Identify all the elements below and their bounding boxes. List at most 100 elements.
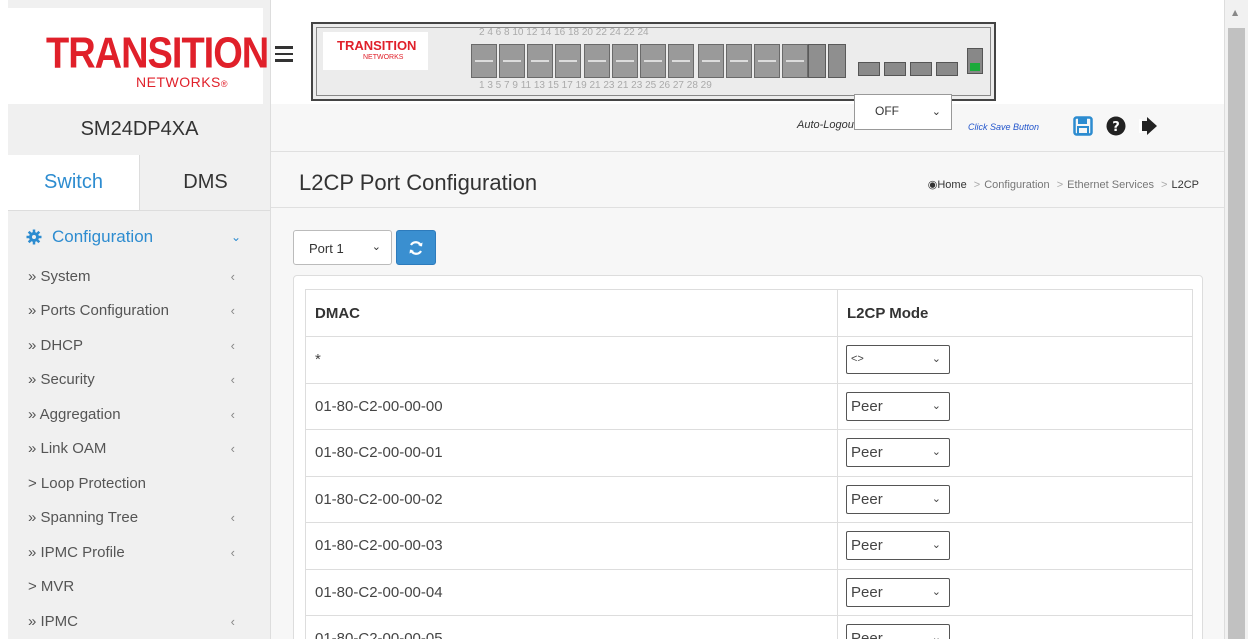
sidebar-item-mvr[interactable]: > MVR bbox=[8, 570, 271, 605]
column-header-dmac: DMAC bbox=[305, 289, 838, 337]
sidebar-item-aggregation[interactable]: » Aggregation ‹ bbox=[8, 397, 271, 432]
menu-section-label: Configuration bbox=[52, 227, 154, 246]
dashboard-icon: ◉ bbox=[927, 179, 938, 191]
breadcrumb-l2cp: L2CP bbox=[1171, 179, 1199, 191]
port-numbers-bottom: 1 3 5 7 9 11 13 15 17 19 21 23 21 23 25 … bbox=[479, 80, 712, 91]
mode-cell: Peer ⌄ bbox=[837, 429, 1193, 477]
mode-value: Peer bbox=[851, 397, 883, 415]
toolbar: Auto-Logout OFF ⌄ Click Save Button ? bbox=[271, 94, 1224, 152]
port[interactable] bbox=[698, 44, 724, 78]
port[interactable] bbox=[527, 44, 553, 78]
refresh-icon bbox=[409, 240, 423, 255]
l2cp-mode-select[interactable]: <> ⌄ bbox=[846, 345, 950, 375]
tab-dms[interactable]: DMS bbox=[140, 155, 271, 210]
menu-section-configuration[interactable]: Configuration ⌄ bbox=[8, 215, 271, 259]
auto-logout-select[interactable]: OFF ⌄ bbox=[854, 94, 952, 130]
tab-switch[interactable]: Switch bbox=[8, 155, 140, 210]
sidebar-item-ipmc[interactable]: » IPMC ‹ bbox=[8, 604, 271, 639]
menu-item-label: » IPMC bbox=[28, 612, 79, 630]
chevron-down-icon: ⌄ bbox=[931, 585, 941, 598]
port[interactable] bbox=[612, 44, 638, 78]
port-27[interactable] bbox=[910, 62, 932, 76]
port-select[interactable]: Port 1 ⌄ bbox=[293, 230, 392, 265]
breadcrumb-configuration[interactable]: Configuration bbox=[984, 179, 1049, 191]
panel-logo-text: TRANSITION bbox=[337, 38, 417, 53]
mode-value: Peer bbox=[851, 444, 883, 462]
port-group-9-16 bbox=[584, 44, 694, 78]
breadcrumb-separator: > bbox=[1056, 179, 1064, 191]
chevron-down-icon: ⌄ bbox=[931, 446, 941, 459]
scrollbar[interactable]: ▲ bbox=[1224, 0, 1248, 639]
chevron-left-icon: ‹ bbox=[230, 613, 235, 629]
menu-item-label: » Aggregation bbox=[28, 405, 121, 423]
chevron-left-icon: ‹ bbox=[230, 510, 235, 526]
sidebar-item-spanning-tree[interactable]: » Spanning Tree ‹ bbox=[8, 501, 271, 536]
l2cp-mode-select[interactable]: Peer ⌄ bbox=[846, 624, 950, 639]
logout-icon[interactable] bbox=[1137, 114, 1161, 138]
uplink-ports bbox=[858, 44, 958, 78]
port[interactable] bbox=[584, 44, 610, 78]
port-numbers-top: 2 4 6 8 10 12 14 16 18 20 22 24 22 24 bbox=[479, 27, 649, 38]
port-29-uplink[interactable] bbox=[967, 48, 983, 74]
chevron-left-icon: ‹ bbox=[230, 406, 235, 422]
port[interactable] bbox=[471, 44, 497, 78]
chevron-down-icon: ⌄ bbox=[931, 399, 941, 412]
port[interactable] bbox=[726, 44, 752, 78]
sidebar-item-security[interactable]: » Security ‹ bbox=[8, 363, 271, 398]
port-group-17-24 bbox=[698, 44, 808, 78]
dmac-cell: 01-80-C2-00-00-01 bbox=[305, 429, 838, 477]
sidebar-item-ipmc-profile[interactable]: » IPMC Profile ‹ bbox=[8, 535, 271, 570]
sfp-port[interactable] bbox=[808, 44, 826, 78]
main-content: L2CP Port Configuration ◉Home > Configura… bbox=[271, 152, 1224, 639]
panel-logo: TRANSITION NETWORKS bbox=[323, 32, 428, 70]
breadcrumb-ethernet-services[interactable]: Ethernet Services bbox=[1067, 179, 1154, 191]
sidebar: TRANSITION NETWORKS® SM24DP4XA Switch DM… bbox=[8, 0, 271, 639]
sidebar-item-dhcp[interactable]: » DHCP ‹ bbox=[8, 328, 271, 363]
breadcrumb-home[interactable]: Home bbox=[937, 179, 966, 191]
scroll-thumb[interactable] bbox=[1228, 28, 1245, 639]
hamburger-menu-icon[interactable] bbox=[275, 46, 293, 62]
dmac-cell: 01-80-C2-00-00-05 bbox=[305, 615, 838, 639]
mode-cell: Peer ⌄ bbox=[837, 615, 1193, 639]
sidebar-tabs: Switch DMS bbox=[8, 155, 271, 211]
brand-logo: TRANSITION NETWORKS® bbox=[8, 8, 269, 104]
port[interactable] bbox=[782, 44, 808, 78]
port-28[interactable] bbox=[936, 62, 958, 76]
table-row: 01-80-C2-00-00-01 Peer ⌄ bbox=[305, 429, 1193, 477]
save-icon[interactable] bbox=[1071, 114, 1095, 138]
port[interactable] bbox=[499, 44, 525, 78]
panel-logo-sub: NETWORKS bbox=[363, 54, 404, 61]
dmac-cell: 01-80-C2-00-00-04 bbox=[305, 568, 838, 616]
chevron-down-icon: ⌄ bbox=[230, 230, 241, 244]
port-29 bbox=[967, 44, 983, 78]
port[interactable] bbox=[668, 44, 694, 78]
refresh-button[interactable] bbox=[396, 230, 436, 265]
l2cp-mode-select[interactable]: Peer ⌄ bbox=[846, 484, 950, 514]
chevron-left-icon: ‹ bbox=[230, 337, 235, 353]
mode-value: Peer bbox=[851, 537, 883, 555]
menu-item-label: » Spanning Tree bbox=[28, 509, 139, 527]
logo-subtext: NETWORKS® bbox=[136, 74, 229, 90]
sidebar-menu: Configuration ⌄ » System ‹ » Ports Config… bbox=[8, 215, 271, 639]
l2cp-mode-select[interactable]: Peer ⌄ bbox=[846, 438, 950, 468]
chevron-left-icon: ‹ bbox=[230, 372, 235, 388]
port[interactable] bbox=[555, 44, 581, 78]
help-icon[interactable]: ? bbox=[1104, 114, 1128, 138]
sidebar-item-system[interactable]: » System ‹ bbox=[8, 259, 271, 294]
sfp-port[interactable] bbox=[828, 44, 846, 78]
scroll-up-icon[interactable]: ▲ bbox=[1232, 8, 1238, 17]
mode-cell: Peer ⌄ bbox=[837, 382, 1193, 430]
sidebar-item-ports-configuration[interactable]: » Ports Configuration ‹ bbox=[8, 294, 271, 329]
port[interactable] bbox=[754, 44, 780, 78]
mode-value: Peer bbox=[851, 490, 883, 508]
column-header-l2cp-mode: L2CP Mode bbox=[837, 289, 1193, 337]
l2cp-mode-select[interactable]: Peer ⌄ bbox=[846, 391, 950, 421]
sidebar-item-loop-protection[interactable]: > Loop Protection bbox=[8, 466, 271, 501]
page: TRANSITION NETWORKS® SM24DP4XA Switch DM… bbox=[0, 0, 1248, 639]
sidebar-item-link-oam[interactable]: » Link OAM ‹ bbox=[8, 432, 271, 467]
port[interactable] bbox=[640, 44, 666, 78]
port-25[interactable] bbox=[858, 62, 880, 76]
port-26[interactable] bbox=[884, 62, 906, 76]
l2cp-mode-select[interactable]: Peer ⌄ bbox=[846, 577, 950, 607]
l2cp-mode-select[interactable]: Peer ⌄ bbox=[846, 531, 950, 561]
